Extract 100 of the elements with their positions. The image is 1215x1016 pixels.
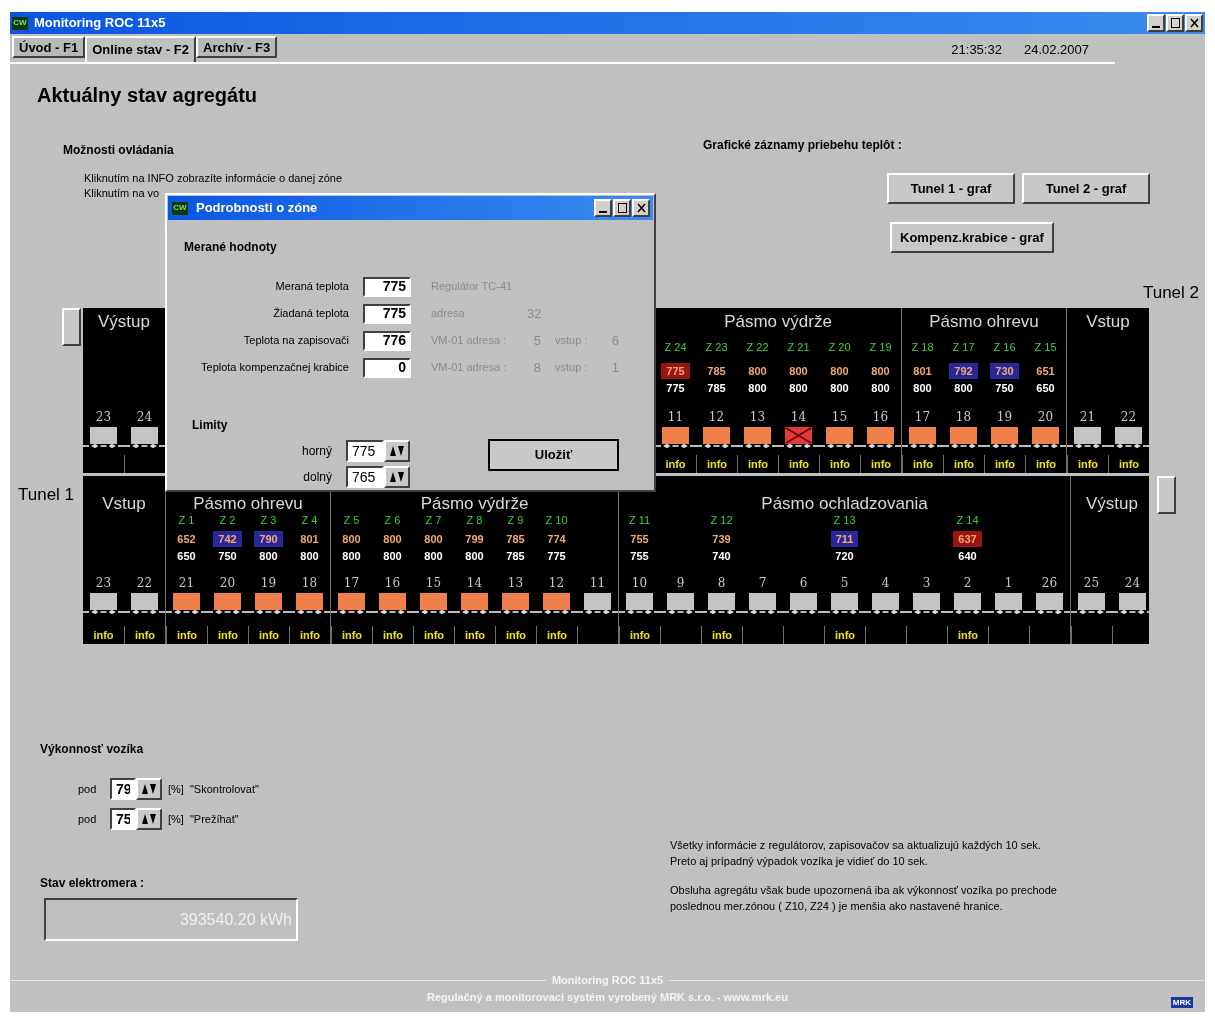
- wagon-icon[interactable]: [87, 592, 120, 616]
- close-button[interactable]: [632, 199, 650, 217]
- info-link[interactable]: info: [341, 626, 363, 644]
- info-link[interactable]: info: [711, 626, 733, 644]
- wagon-icon[interactable]: [746, 592, 779, 616]
- wagon-icon[interactable]: [782, 426, 815, 450]
- info-link[interactable]: info: [834, 626, 856, 644]
- section-title: Možnosti ovládania: [63, 142, 175, 159]
- wagon-icon[interactable]: [951, 592, 984, 616]
- info-link[interactable]: info: [1035, 455, 1057, 473]
- wagon-icon[interactable]: [293, 592, 326, 616]
- wagon-icon[interactable]: [869, 592, 902, 616]
- value-field[interactable]: 776: [363, 330, 411, 351]
- info-link[interactable]: info: [505, 626, 527, 644]
- wagon-icon[interactable]: [910, 592, 943, 616]
- info-link[interactable]: info: [870, 455, 892, 473]
- info-link[interactable]: info: [258, 626, 280, 644]
- wagon-icon[interactable]: [787, 592, 820, 616]
- wagon-icon[interactable]: [417, 592, 450, 616]
- wagon-icon[interactable]: [499, 592, 532, 616]
- wagon-icon[interactable]: [128, 426, 161, 450]
- wagon-icon[interactable]: [252, 592, 285, 616]
- wagon-icon[interactable]: [700, 426, 733, 450]
- value-field[interactable]: 0: [363, 357, 411, 378]
- spinner-button[interactable]: [384, 466, 410, 488]
- wagon-icon[interactable]: [170, 592, 203, 616]
- wagon-icon[interactable]: [823, 426, 856, 450]
- wagon-icon[interactable]: [864, 426, 897, 450]
- zone-label: Z 17: [952, 339, 975, 355]
- info-link[interactable]: info: [546, 626, 568, 644]
- info-link[interactable]: info: [299, 626, 321, 644]
- info-link[interactable]: info: [1077, 455, 1099, 473]
- tab[interactable]: Úvod - F1: [12, 36, 86, 58]
- number-field[interactable]: 765: [346, 466, 384, 488]
- save-button[interactable]: Uložiť: [488, 439, 619, 471]
- wagon-icon[interactable]: [947, 426, 980, 450]
- zone-label: Z 8: [466, 512, 483, 528]
- info-link[interactable]: info: [382, 626, 404, 644]
- wagon-icon[interactable]: [211, 592, 244, 616]
- wagon-icon[interactable]: [540, 592, 573, 616]
- graph-button[interactable]: Kompenz.krabice - graf: [890, 222, 1054, 253]
- info-link[interactable]: info: [665, 455, 686, 473]
- spinner-button[interactable]: [136, 778, 162, 800]
- graph-button[interactable]: Tunel 2 - graf: [1022, 173, 1150, 204]
- wagon-icon[interactable]: [376, 592, 409, 616]
- wagon-icon[interactable]: [906, 426, 939, 450]
- close-button[interactable]: [1185, 14, 1203, 32]
- info-link[interactable]: info: [788, 455, 810, 473]
- info-link[interactable]: info: [957, 626, 979, 644]
- wagon-number: 19: [996, 409, 1013, 426]
- value-field[interactable]: 775: [363, 276, 411, 297]
- info-link[interactable]: info: [994, 455, 1016, 473]
- info-link[interactable]: info: [829, 455, 851, 473]
- info-link[interactable]: info: [706, 455, 728, 473]
- wagon-icon[interactable]: [581, 592, 614, 616]
- info-link[interactable]: info: [629, 626, 651, 644]
- info-link[interactable]: info: [217, 626, 239, 644]
- wagon-icon[interactable]: [1075, 592, 1108, 616]
- wagon-icon[interactable]: [458, 592, 491, 616]
- info-link[interactable]: info: [747, 455, 769, 473]
- info-link[interactable]: info: [423, 626, 445, 644]
- help-text: Kliknutím na INFO zobrazíte informácie o danej zóne: [84, 171, 343, 186]
- info-link[interactable]: info: [953, 455, 975, 473]
- tab[interactable]: Archív - F3: [196, 36, 278, 58]
- wagon-icon[interactable]: [741, 426, 774, 450]
- info-link[interactable]: info: [1118, 455, 1140, 473]
- side-handle[interactable]: [62, 308, 81, 346]
- spinner-button[interactable]: [136, 808, 162, 830]
- number-field[interactable]: 775: [346, 440, 384, 462]
- wagon-icon[interactable]: [335, 592, 368, 616]
- wagon-icon[interactable]: [623, 592, 656, 616]
- wagon-icon[interactable]: [1116, 592, 1149, 616]
- info-link[interactable]: info: [176, 626, 198, 644]
- wagon-icon[interactable]: [1071, 426, 1104, 450]
- wagon-icon[interactable]: [87, 426, 120, 450]
- minimize-button[interactable]: [594, 199, 612, 217]
- info-link[interactable]: info: [464, 626, 486, 644]
- info-link[interactable]: info: [912, 455, 934, 473]
- tab[interactable]: Online stav - F2: [85, 36, 197, 62]
- wagon-number: 11: [667, 409, 684, 426]
- side-handle[interactable]: [1157, 476, 1176, 514]
- wagon-icon[interactable]: [705, 592, 738, 616]
- wagon-icon[interactable]: [988, 426, 1021, 450]
- wagon-icon[interactable]: [659, 426, 692, 450]
- wagon-icon[interactable]: [1029, 426, 1062, 450]
- info-link[interactable]: info: [93, 626, 114, 644]
- maximize-button[interactable]: [1166, 14, 1184, 32]
- minimize-icon: [1152, 26, 1160, 28]
- value-field[interactable]: 775: [363, 303, 411, 324]
- wagon-icon[interactable]: [1033, 592, 1066, 616]
- wagon-icon[interactable]: [128, 592, 161, 616]
- graph-button[interactable]: Tunel 1 - graf: [887, 173, 1015, 204]
- info-link[interactable]: info: [134, 626, 156, 644]
- spinner-button[interactable]: [384, 440, 410, 462]
- maximize-button[interactable]: [613, 199, 631, 217]
- wagon-icon[interactable]: [664, 592, 697, 616]
- minimize-button[interactable]: [1147, 14, 1165, 32]
- wagon-icon[interactable]: [1112, 426, 1145, 450]
- wagon-icon[interactable]: [828, 592, 861, 616]
- wagon-icon[interactable]: [992, 592, 1025, 616]
